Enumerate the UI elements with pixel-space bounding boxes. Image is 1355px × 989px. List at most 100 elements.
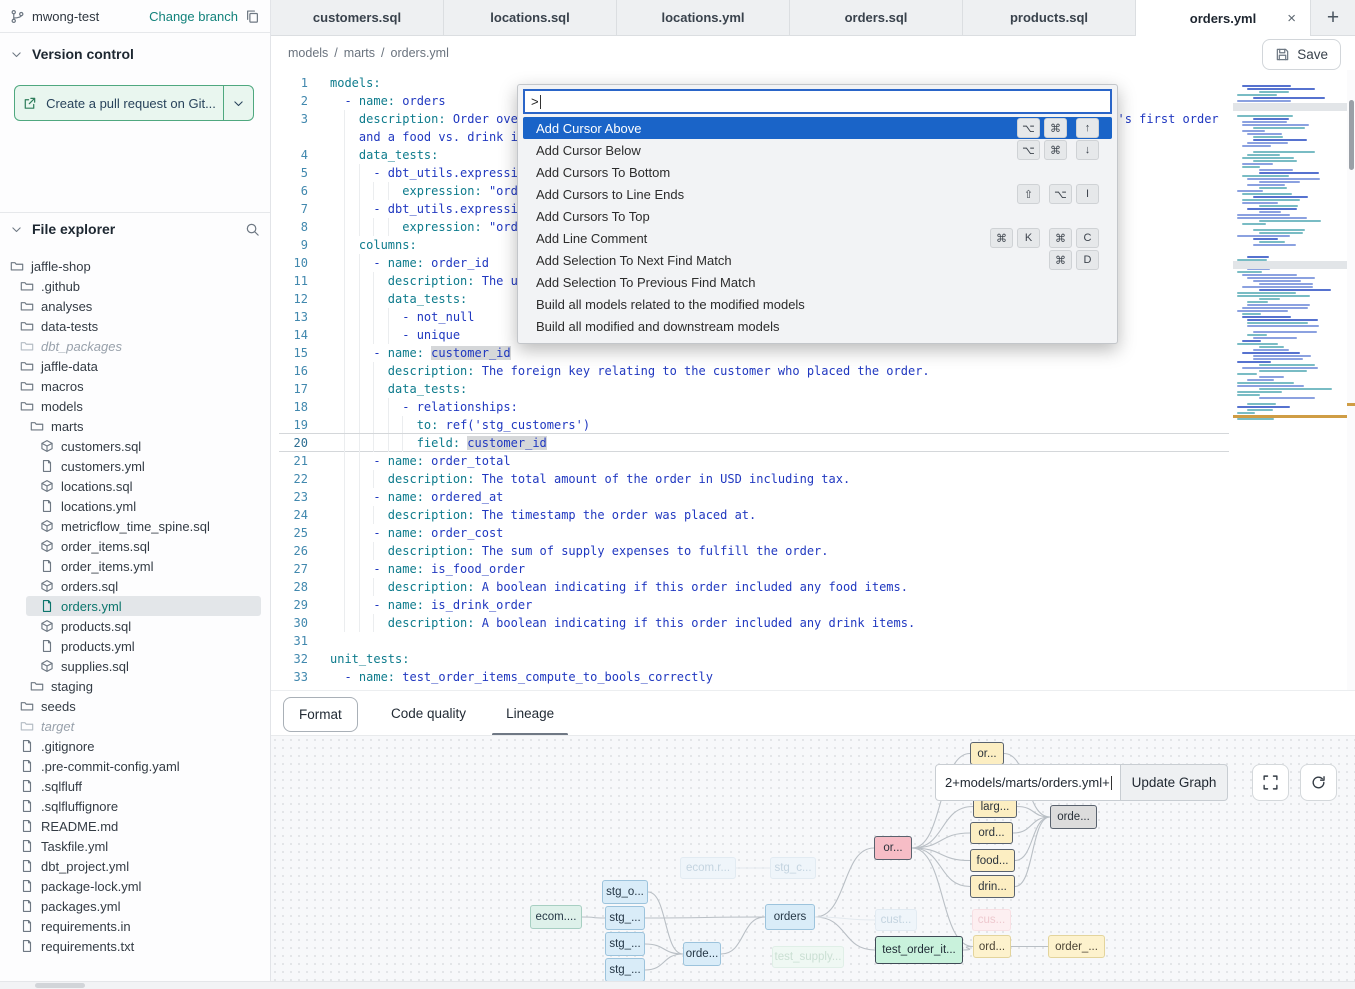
palette-item[interactable]: Add Cursors to Line Ends⇧⌥I — [523, 183, 1112, 205]
save-button[interactable]: Save — [1262, 39, 1341, 70]
chevron-down-icon[interactable] — [10, 48, 23, 61]
code-line[interactable]: 28 description: A boolean indicating if … — [271, 578, 1355, 596]
code-line[interactable]: 33 - name: test_order_items_compute_to_b… — [271, 668, 1355, 686]
lineage-node-test_o[interactable]: test_order_it... — [875, 936, 963, 964]
lineage-node-stg_o[interactable]: stg_o... — [602, 880, 648, 904]
update-graph-button[interactable]: Update Graph — [1121, 764, 1228, 801]
minimap[interactable] — [1237, 85, 1347, 453]
lineage-node-orde_b[interactable]: orde... — [683, 942, 721, 966]
add-tab-button[interactable]: + — [1327, 7, 1339, 28]
tree-item-locations.yml[interactable]: locations.yml — [0, 496, 269, 516]
tree-item-seeds[interactable]: seeds — [0, 696, 269, 716]
code-line[interactable]: 15 - name: customer_id — [271, 344, 1355, 362]
tab-orders.sql[interactable]: orders.sql — [790, 0, 963, 36]
create-pr-dropdown[interactable] — [223, 86, 253, 120]
palette-item[interactable]: Add Selection To Previous Find Match — [523, 271, 1112, 293]
tab-locations.sql[interactable]: locations.sql — [444, 0, 617, 36]
lineage-node-ecom_r[interactable]: ecom.r... — [680, 857, 736, 879]
fullscreen-button[interactable] — [1252, 764, 1289, 801]
tree-item-requirements.in[interactable]: requirements.in — [0, 916, 269, 936]
lineage-node-stg_c[interactable]: stg_c... — [770, 857, 816, 879]
create-pr-button[interactable]: Create a pull request on Git... — [14, 85, 254, 121]
lineage-node-food[interactable]: food... — [970, 849, 1015, 872]
tree-item-marts[interactable]: marts — [0, 416, 269, 436]
lineage-node-ord_2[interactable]: ord... — [973, 935, 1011, 958]
code-line[interactable]: 23 - name: ordered_at — [271, 488, 1355, 506]
hscrollbar-thumb[interactable] — [35, 983, 85, 988]
code-line[interactable]: 29 - name: is_drink_order — [271, 596, 1355, 614]
tree-item-data-tests[interactable]: data-tests — [0, 316, 269, 336]
command-input[interactable]: > — [523, 89, 1112, 114]
lineage-node-order_3[interactable]: order_... — [1048, 935, 1105, 958]
code-line[interactable]: 24 description: The timestamp the order … — [271, 506, 1355, 524]
tree-item-orders.sql[interactable]: orders.sql — [0, 576, 269, 596]
format-button[interactable]: Format — [283, 697, 358, 732]
palette-item[interactable]: Add Selection To Next Find Match⌘D — [523, 249, 1112, 271]
tree-item-order_items.sql[interactable]: order_items.sql — [0, 536, 269, 556]
horizontal-scrollbar[interactable] — [0, 981, 1355, 989]
code-line[interactable]: 32unit_tests: — [271, 650, 1355, 668]
tree-item-metricflow_time_spine.sql[interactable]: metricflow_time_spine.sql — [0, 516, 269, 536]
code-line[interactable]: 26 description: The sum of supply expens… — [271, 542, 1355, 560]
lineage-node-stg_2[interactable]: stg_... — [605, 932, 645, 956]
tree-item-jaffle-data[interactable]: jaffle-data — [0, 356, 269, 376]
tab-orders.yml[interactable]: orders.yml× — [1136, 0, 1311, 36]
tree-item-order_items.yml[interactable]: order_items.yml — [0, 556, 269, 576]
chevron-down-icon[interactable] — [10, 223, 23, 236]
code-line[interactable]: 21 - name: order_total — [271, 452, 1355, 470]
palette-item[interactable]: Build all models related to the modified… — [523, 293, 1112, 315]
search-icon[interactable] — [245, 222, 260, 237]
lineage-node-supply_f[interactable]: test_supply... — [772, 946, 844, 968]
tree-item-.gitignore[interactable]: .gitignore — [0, 736, 269, 756]
lineage-node-drin[interactable]: drin... — [970, 875, 1015, 898]
copy-icon[interactable] — [245, 9, 260, 24]
tree-item-supplies.sql[interactable]: supplies.sql — [0, 656, 269, 676]
code-line[interactable]: 30 description: A boolean indicating if … — [271, 614, 1355, 632]
tree-item-models[interactable]: models — [0, 396, 269, 416]
code-line[interactable]: 20 field: customer_id — [271, 434, 1355, 452]
lineage-node-ecom[interactable]: ecom.... — [530, 905, 582, 929]
tree-item-analyses[interactable]: analyses — [0, 296, 269, 316]
code-line[interactable]: 19 to: ref('stg_customers') — [271, 416, 1355, 434]
lineage-node-orders[interactable]: orders — [765, 904, 815, 930]
tree-item-products.yml[interactable]: products.yml — [0, 636, 269, 656]
lineage-node-cust_f[interactable]: cust... — [875, 909, 917, 931]
panel-tab-code-quality[interactable]: Code quality — [371, 691, 486, 736]
tab-products.sql[interactable]: products.sql — [963, 0, 1136, 36]
tree-item-requirements.txt[interactable]: requirements.txt — [0, 936, 269, 956]
tree-item-.sqlfluff[interactable]: .sqlfluff — [0, 776, 269, 796]
lineage-node-or_t[interactable]: or... — [970, 742, 1004, 765]
code-line[interactable]: 18 - relationships: — [271, 398, 1355, 416]
tree-item-customers.sql[interactable]: customers.sql — [0, 436, 269, 456]
palette-item[interactable]: Add Cursors To Top — [523, 205, 1112, 227]
tree-item-dbt_project.yml[interactable]: dbt_project.yml — [0, 856, 269, 876]
editor-scrollbar[interactable] — [1347, 70, 1355, 690]
tree-item-products.sql[interactable]: products.sql — [0, 616, 269, 636]
scrollbar-thumb[interactable] — [1349, 100, 1354, 170]
lineage-node-stg_3[interactable]: stg_... — [605, 958, 645, 981]
code-line[interactable]: 17 data_tests: — [271, 380, 1355, 398]
tab-locations.yml[interactable]: locations.yml — [617, 0, 790, 36]
tree-item-orders.yml[interactable]: orders.yml — [0, 596, 269, 616]
code-line[interactable]: 22 description: The total amount of the … — [271, 470, 1355, 488]
tree-item-dbt_packages[interactable]: dbt_packages — [0, 336, 269, 356]
tree-item-locations.sql[interactable]: locations.sql — [0, 476, 269, 496]
lineage-node-stg_1[interactable]: stg_... — [605, 906, 645, 930]
lineage-node-or_p[interactable]: or... — [874, 836, 912, 860]
palette-item[interactable]: Add Cursor Below⌥⌘↓ — [523, 139, 1112, 161]
tree-item-packages.yml[interactable]: packages.yml — [0, 896, 269, 916]
palette-item[interactable]: Add Cursors To Bottom — [523, 161, 1112, 183]
tree-item-target[interactable]: target — [0, 716, 269, 736]
palette-item[interactable]: Build all modified and downstream models — [523, 315, 1112, 337]
code-line[interactable]: 16 description: The foreign key relating… — [271, 362, 1355, 380]
lineage-node-cus_f[interactable]: cus... — [972, 909, 1011, 931]
change-branch-link[interactable]: Change branch — [149, 9, 238, 24]
tree-item-customers.yml[interactable]: customers.yml — [0, 456, 269, 476]
tree-item-staging[interactable]: staging — [0, 676, 269, 696]
tree-item-.github[interactable]: .github — [0, 276, 269, 296]
refresh-button[interactable] — [1300, 764, 1337, 801]
palette-item[interactable]: Add Cursor Above⌥⌘↑ — [523, 117, 1112, 139]
lineage-node-orde_g[interactable]: orde... — [1050, 805, 1097, 829]
lineage-node-ord_1[interactable]: ord... — [970, 822, 1013, 844]
lineage-filter-input[interactable]: 2+models/marts/orders.yml+ — [935, 764, 1121, 801]
